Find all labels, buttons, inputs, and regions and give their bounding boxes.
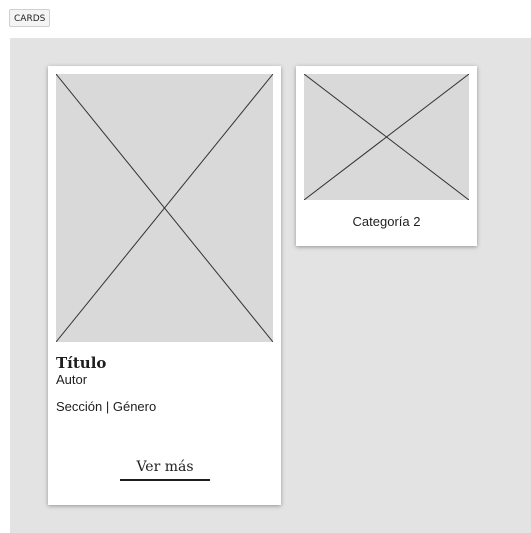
frame-label: CARDS	[9, 9, 51, 27]
category-card[interactable]: Categoría 2	[296, 66, 477, 246]
image-placeholder-icon	[56, 74, 273, 342]
cards-canvas: Título Autor Sección | Género Ver más Ca…	[10, 38, 531, 533]
book-title: Título	[56, 354, 107, 372]
category-image-placeholder	[304, 74, 469, 200]
book-image-placeholder	[56, 74, 273, 342]
book-author: Autor	[56, 372, 88, 387]
see-more-link[interactable]: Ver más	[120, 459, 210, 481]
image-placeholder-icon	[304, 74, 469, 200]
book-section-genre: Sección | Género	[56, 399, 157, 414]
book-card[interactable]: Título Autor Sección | Género Ver más	[48, 66, 281, 505]
category-label: Categoría 2	[352, 214, 421, 229]
